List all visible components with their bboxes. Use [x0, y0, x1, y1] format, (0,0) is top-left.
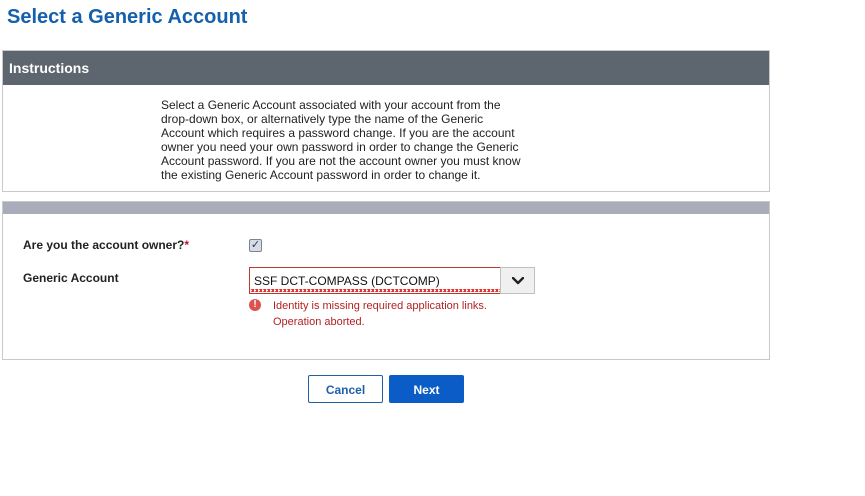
- error-message: Identity is missing required application…: [273, 300, 487, 328]
- chevron-down-icon: [511, 276, 524, 284]
- account-owner-label-text: Are you the account owner?: [23, 238, 185, 252]
- account-form-panel: Are you the account owner?* ✓ Generic Ac…: [2, 201, 770, 360]
- generic-account-dropdown-toggle[interactable]: [500, 267, 535, 294]
- form-header-bar: [3, 202, 769, 214]
- instructions-text: Select a Generic Account associated with…: [161, 98, 521, 182]
- generic-account-select[interactable]: SSF DCT-COMPASS (DCTCOMP): [249, 267, 533, 294]
- next-button[interactable]: Next: [389, 375, 464, 403]
- account-owner-checkbox[interactable]: ✓: [249, 239, 262, 252]
- generic-account-label: Generic Account: [23, 271, 119, 285]
- instructions-header: Instructions: [3, 51, 769, 85]
- page-title: Select a Generic Account: [7, 6, 248, 28]
- instructions-panel: Instructions Select a Generic Account as…: [2, 50, 770, 192]
- checkmark-icon: ✓: [250, 239, 261, 251]
- cancel-button[interactable]: Cancel: [308, 375, 383, 403]
- account-owner-label: Are you the account owner?*: [23, 238, 189, 252]
- error-circle-icon: !: [249, 299, 261, 311]
- generic-account-value: SSF DCT-COMPASS (DCTCOMP): [254, 274, 440, 288]
- required-marker: *: [184, 238, 190, 252]
